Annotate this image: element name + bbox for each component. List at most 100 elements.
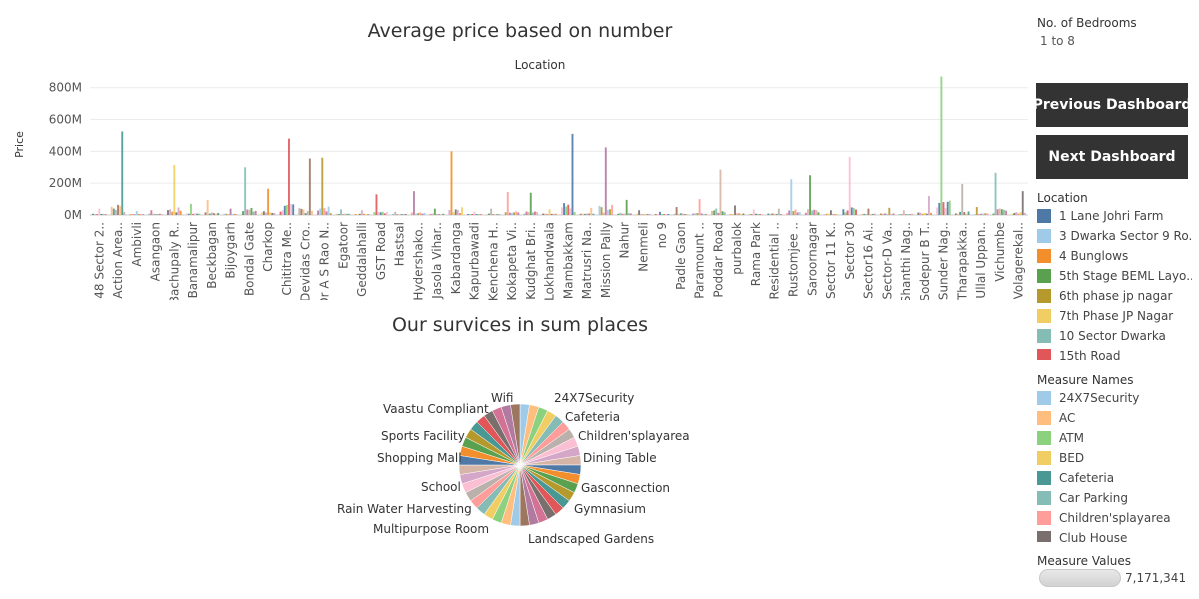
bar[interactable] xyxy=(702,213,705,215)
bar[interactable] xyxy=(684,214,686,215)
bar[interactable] xyxy=(102,213,105,215)
bar[interactable] xyxy=(467,214,470,215)
bar[interactable] xyxy=(646,214,649,215)
measure-legend-item[interactable]: AC xyxy=(1037,408,1192,428)
bar[interactable] xyxy=(623,213,626,215)
bar[interactable] xyxy=(513,212,516,215)
bar[interactable] xyxy=(392,214,395,215)
bar-peak[interactable] xyxy=(638,210,641,215)
bar-peak[interactable] xyxy=(450,151,453,215)
bar[interactable] xyxy=(552,213,555,215)
bar[interactable] xyxy=(869,214,872,215)
bar[interactable] xyxy=(944,208,947,215)
bar[interactable] xyxy=(738,213,741,215)
bar[interactable] xyxy=(137,214,140,215)
bar[interactable] xyxy=(187,213,190,215)
bar[interactable] xyxy=(586,213,588,215)
location-legend-item[interactable]: 5th Stage BEML Layo.. xyxy=(1037,266,1192,286)
bar[interactable] xyxy=(780,214,782,215)
bar[interactable] xyxy=(750,214,753,215)
bar[interactable] xyxy=(363,213,365,215)
bar-peak[interactable] xyxy=(490,208,493,215)
bar[interactable] xyxy=(704,213,707,215)
bar[interactable] xyxy=(629,213,632,215)
bar[interactable] xyxy=(544,213,547,215)
bar[interactable] xyxy=(806,209,809,215)
bar[interactable] xyxy=(442,213,445,215)
bar[interactable] xyxy=(965,213,968,215)
bar[interactable] xyxy=(498,214,501,215)
bar[interactable] xyxy=(982,213,985,215)
measure-legend-item[interactable]: Car Parking xyxy=(1037,488,1192,508)
bar-peak[interactable] xyxy=(829,210,832,215)
bar[interactable] xyxy=(319,208,322,216)
bar[interactable] xyxy=(273,213,276,215)
bar-peak[interactable] xyxy=(360,210,363,215)
bar[interactable] xyxy=(898,214,901,215)
bar[interactable] xyxy=(1013,213,1016,215)
bar[interactable] xyxy=(900,214,903,215)
bar-peak[interactable] xyxy=(604,147,607,215)
measure-names-legend[interactable]: 24X7Security AC ATM BED Cafeteria Car Parking… xyxy=(1037,388,1192,542)
bar[interactable] xyxy=(936,207,939,215)
bar[interactable] xyxy=(992,213,995,215)
bar[interactable] xyxy=(152,213,155,215)
bar[interactable] xyxy=(771,213,774,215)
bar[interactable] xyxy=(242,211,244,215)
bar[interactable] xyxy=(235,214,238,215)
bar[interactable] xyxy=(852,208,855,215)
bar[interactable] xyxy=(696,213,699,215)
bar[interactable] xyxy=(302,209,305,215)
bar[interactable] xyxy=(515,211,518,215)
bar[interactable] xyxy=(527,212,530,215)
bar[interactable] xyxy=(410,212,413,215)
bar[interactable] xyxy=(546,213,549,215)
bar[interactable] xyxy=(327,206,330,215)
bar[interactable] xyxy=(573,212,576,215)
bar-peak[interactable] xyxy=(698,199,701,215)
bar[interactable] xyxy=(644,214,647,215)
location-legend-item[interactable]: 1 Lane Johri Farm xyxy=(1037,206,1192,226)
bar[interactable] xyxy=(923,212,926,215)
bar-peak[interactable] xyxy=(150,210,153,215)
bar-peak[interactable] xyxy=(473,211,476,215)
bar[interactable] xyxy=(686,214,689,215)
bar[interactable] xyxy=(185,213,188,215)
bar[interactable] xyxy=(402,213,405,215)
bar-peak[interactable] xyxy=(1021,191,1024,215)
bar[interactable] xyxy=(140,214,142,215)
bar-peak[interactable] xyxy=(321,157,324,215)
bar[interactable] xyxy=(948,200,951,215)
bar[interactable] xyxy=(656,214,659,215)
location-legend-item[interactable]: 7th Phase JP Nagar xyxy=(1037,306,1192,326)
bar[interactable] xyxy=(231,214,234,215)
bar[interactable] xyxy=(112,208,115,215)
bar-peak[interactable] xyxy=(548,209,551,215)
bar[interactable] xyxy=(398,214,401,215)
bar[interactable] xyxy=(619,212,622,215)
bar[interactable] xyxy=(825,213,828,215)
bar[interactable] xyxy=(677,213,680,215)
bar-peak[interactable] xyxy=(433,208,436,215)
bar[interactable] xyxy=(882,213,884,215)
bar[interactable] xyxy=(715,208,718,215)
bar[interactable] xyxy=(957,213,959,215)
bar[interactable] xyxy=(617,213,620,215)
bar[interactable] xyxy=(592,213,595,215)
bar[interactable] xyxy=(281,210,284,215)
bar[interactable] xyxy=(679,213,682,215)
bar[interactable] xyxy=(834,214,837,215)
bar[interactable] xyxy=(100,213,103,215)
bar[interactable] xyxy=(865,214,868,215)
bar[interactable] xyxy=(823,214,826,215)
bar[interactable] xyxy=(967,211,970,215)
location-legend-item[interactable]: 6th phase jp nagar xyxy=(1037,286,1192,306)
bar[interactable] xyxy=(208,213,211,215)
bar[interactable] xyxy=(796,212,799,215)
measure-legend-item[interactable]: Cafeteria xyxy=(1037,468,1192,488)
bar[interactable] xyxy=(175,212,178,215)
bar[interactable] xyxy=(569,208,572,215)
bar[interactable] xyxy=(759,214,762,215)
bar-peak[interactable] xyxy=(206,199,209,215)
bar[interactable] xyxy=(436,214,438,215)
